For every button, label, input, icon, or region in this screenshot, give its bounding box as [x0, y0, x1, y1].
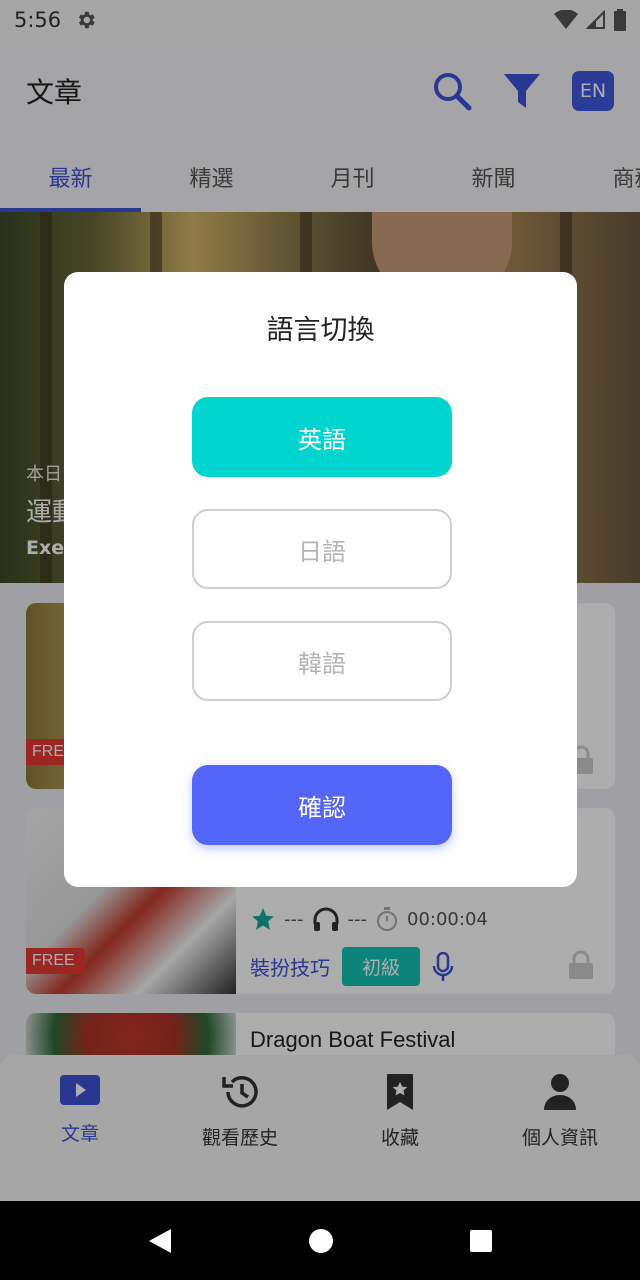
language-option-japanese[interactable]: 日語: [192, 509, 452, 589]
language-option-korean[interactable]: 韓語: [192, 621, 452, 701]
system-navigation-bar: [0, 1201, 640, 1280]
language-switch-dialog: 語言切換 英語 日語 韓語 確認: [64, 272, 577, 887]
confirm-button[interactable]: 確認: [192, 765, 452, 845]
dialog-title: 語言切換: [266, 315, 375, 346]
home-icon[interactable]: [308, 1228, 334, 1254]
recents-icon[interactable]: [469, 1229, 493, 1253]
language-option-english[interactable]: 英語: [192, 397, 452, 477]
back-icon[interactable]: [147, 1227, 173, 1255]
